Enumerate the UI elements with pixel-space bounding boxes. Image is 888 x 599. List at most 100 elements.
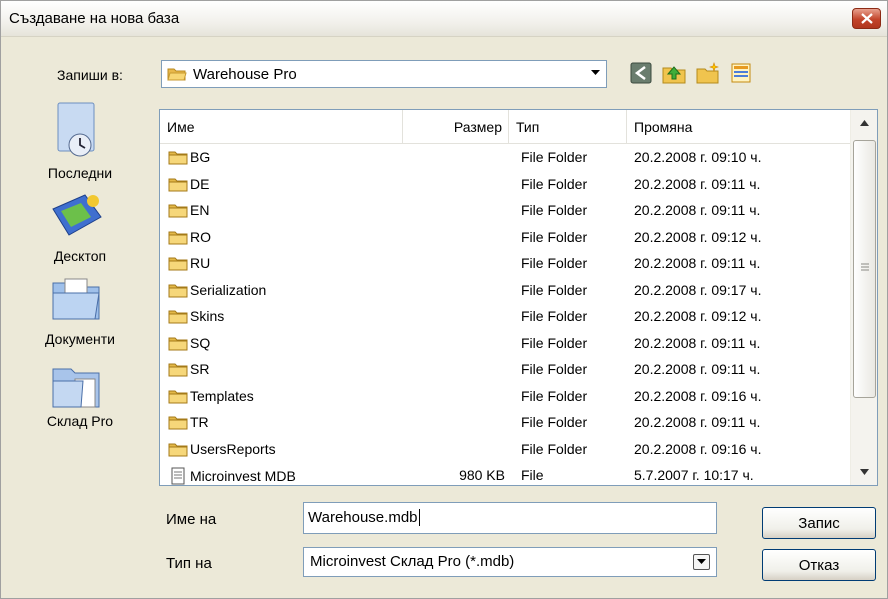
file-row[interactable]: SQ File Folder 20.2.2008 г. 09:11 ч. (160, 331, 850, 357)
filetype-dropdown[interactable]: Microinvest Склад Pro (*.mdb) (303, 547, 717, 577)
file-row[interactable]: RO File Folder 20.2.2008 г. 09:12 ч. (160, 225, 850, 251)
file-name-text: DE (190, 175, 210, 192)
save-in-dropdown[interactable]: Warehouse Pro (161, 60, 607, 88)
folder-open-icon (167, 68, 187, 81)
save-button[interactable]: Запис (762, 507, 876, 539)
filename-input[interactable]: Warehouse.mdb (303, 502, 717, 534)
file-type: File Folder (521, 202, 588, 218)
place-documents-label: Документи (45, 331, 115, 347)
grip-icon (861, 263, 869, 271)
save-dialog: Създаване на нова база Запиши в: Warehou… (0, 0, 888, 599)
folder-icon (168, 443, 188, 456)
file-modified: 20.2.2008 г. 09:16 ч. (634, 440, 762, 457)
file-modified: 20.2.2008 г. 09:12 ч. (634, 308, 762, 324)
file-type: File Folder (521, 308, 588, 324)
file-modified: 20.2.2008 г. 09:11 ч. (634, 255, 761, 271)
save-in-label: Запиши в: (57, 67, 123, 83)
file-name: SQ (168, 335, 210, 351)
file-type: File Folder (521, 228, 588, 245)
cancel-button[interactable]: Отказ (762, 549, 876, 581)
folder-icon (168, 390, 188, 403)
column-header-type[interactable]: Тип (509, 110, 627, 143)
file-type: File Folder (521, 149, 588, 165)
file-name-text: UsersReports (190, 440, 276, 457)
file-row[interactable]: RU File Folder 20.2.2008 г. 09:11 ч. (160, 251, 850, 277)
documents-folder-icon (52, 278, 100, 320)
filetype-dropdown-button[interactable] (693, 554, 710, 570)
place-recent-label: Последни (47, 165, 113, 181)
window-title: Създаване на нова база (9, 10, 180, 27)
scroll-up-button[interactable] (852, 111, 877, 135)
file-modified: 20.2.2008 г. 09:11 ч. (634, 361, 761, 377)
file-type: File Folder (521, 414, 588, 430)
file-modified: 20.2.2008 г. 09:11 ч. (634, 175, 761, 192)
file-name: DE (168, 176, 209, 192)
folder-icon (168, 416, 188, 430)
desktop-icon (52, 194, 102, 236)
file-row[interactable]: SR File Folder 20.2.2008 г. 09:11 ч. (160, 357, 850, 383)
file-type: File Folder (521, 387, 588, 404)
view-menu-button[interactable] (728, 60, 754, 86)
folder-icon (168, 337, 188, 350)
file-row[interactable]: Microinvest MDB 980 KB File 5.7.2007 г. 10:… (160, 463, 850, 485)
file-type: File Folder (521, 334, 588, 351)
close-icon (860, 13, 873, 24)
file-name-text: SR (190, 361, 210, 377)
folder-icon (168, 204, 188, 218)
column-name-label: Име (167, 118, 195, 135)
filename-value: Warehouse.mdb (308, 509, 418, 526)
file-name: Microinvest MDB (168, 467, 296, 485)
back-arrow-icon (630, 62, 652, 84)
folder-icon (168, 363, 188, 377)
file-name: Serialization (168, 282, 266, 298)
close-button[interactable] (852, 8, 881, 29)
file-row[interactable]: DE File Folder 20.2.2008 г. 09:11 ч. (160, 172, 850, 198)
file-row[interactable]: Skins File Folder 20.2.2008 г. 09:12 ч. (160, 304, 850, 330)
file-row[interactable]: EN File Folder 20.2.2008 г. 09:11 ч. (160, 198, 850, 224)
cancel-button-label: Отказ (798, 556, 840, 574)
file-list[interactable]: Име Размер Тип Промяна BG File Folder 20.2… (159, 109, 878, 486)
file-type: File Folder (521, 440, 588, 457)
up-folder-button[interactable] (661, 60, 687, 86)
save-button-label: Запис (798, 514, 840, 532)
file-row[interactable]: Serialization File Folder 20.2.2008 г. 09:… (160, 278, 850, 304)
file-name: Skins (168, 308, 224, 324)
view-menu-icon (731, 63, 751, 83)
folder-icon (168, 231, 188, 244)
column-header-size[interactable]: Размер (403, 110, 509, 143)
filetype-label: Тип на (166, 555, 212, 572)
chevron-down-icon (591, 70, 600, 75)
filename-label: Име на (166, 511, 217, 528)
file-row[interactable]: Templates File Folder 20.2.2008 г. 09:16 ч… (160, 384, 850, 410)
file-row[interactable]: UsersReports File Folder 20.2.2008 г. 09:1… (160, 437, 850, 463)
column-modified-label: Промяна (634, 118, 693, 135)
filetype-value: Microinvest Склад Pro (*.mdb) (310, 553, 515, 570)
scroll-thumb[interactable] (853, 140, 876, 398)
file-name-text: Templates (190, 387, 254, 404)
file-row[interactable]: TR File Folder 20.2.2008 г. 09:11 ч. (160, 410, 850, 436)
new-folder-button[interactable] (695, 60, 721, 86)
file-type: File (521, 467, 544, 483)
file-name-text: RU (190, 255, 211, 271)
file-name-text: TR (190, 414, 209, 430)
title-bar: Създаване на нова база (1, 1, 887, 37)
file-name-text: EN (190, 202, 210, 218)
place-desktop-label: Десктоп (53, 248, 107, 264)
file-name: UsersReports (168, 441, 276, 457)
file-name: BG (168, 149, 210, 165)
back-button[interactable] (628, 60, 654, 86)
vertical-scrollbar[interactable] (850, 110, 877, 485)
file-modified: 20.2.2008 г. 09:11 ч. (634, 202, 761, 218)
chevron-down-icon (697, 559, 706, 564)
column-header-name[interactable]: Име (160, 110, 403, 143)
file-name-text: Skins (190, 308, 225, 324)
folder-icon (168, 284, 188, 297)
file-modified: 20.2.2008 г. 09:10 ч. (634, 149, 762, 165)
column-header-modified[interactable]: Промяна (627, 110, 850, 143)
up-folder-icon (662, 66, 686, 84)
file-name-text: SQ (190, 334, 211, 351)
file-type: File Folder (521, 361, 588, 377)
scroll-down-button[interactable] (852, 460, 877, 484)
arrow-up-icon (860, 120, 869, 126)
file-row[interactable]: BG File Folder 20.2.2008 г. 09:10 ч. (160, 145, 850, 171)
